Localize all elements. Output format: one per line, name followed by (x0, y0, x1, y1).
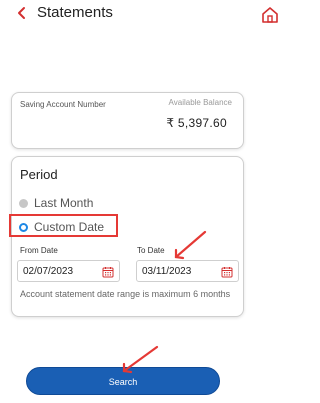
from-date-label: From Date (20, 246, 58, 255)
available-balance-value: ₹ 5,397.60 (166, 116, 227, 130)
to-date-field[interactable]: 03/11/2023 (136, 260, 239, 282)
radio-label-last-month: Last Month (34, 196, 94, 210)
back-chevron-icon[interactable] (12, 2, 32, 24)
header: Statements (0, 0, 296, 30)
page-title: Statements (37, 4, 113, 21)
radio-selected-icon[interactable] (19, 222, 28, 232)
from-date-field[interactable]: 02/07/2023 (17, 260, 120, 282)
home-icon[interactable] (261, 6, 279, 24)
period-title: Period (20, 167, 58, 182)
calendar-icon[interactable] (102, 266, 114, 278)
from-date-value: 02/07/2023 (23, 266, 74, 277)
radio-custom-date[interactable]: Custom Date (19, 220, 104, 234)
search-button[interactable]: Search (26, 367, 220, 395)
calendar-icon[interactable] (221, 266, 233, 278)
radio-label-custom-date: Custom Date (34, 220, 105, 234)
date-range-note: Account statement date range is maximum … (20, 289, 231, 299)
radio-unselected-icon[interactable] (19, 198, 28, 208)
radio-last-month[interactable]: Last Month (19, 196, 93, 210)
to-date-label: To Date (137, 246, 165, 255)
to-date-value: 03/11/2023 (142, 266, 192, 277)
available-balance-label: Available Balance (168, 98, 232, 107)
account-number-label: Saving Account Number (20, 100, 106, 109)
account-card: Saving Account Number Available Balance … (11, 92, 244, 149)
period-card: Period Last Month Custom Date From Date … (9, 156, 244, 317)
